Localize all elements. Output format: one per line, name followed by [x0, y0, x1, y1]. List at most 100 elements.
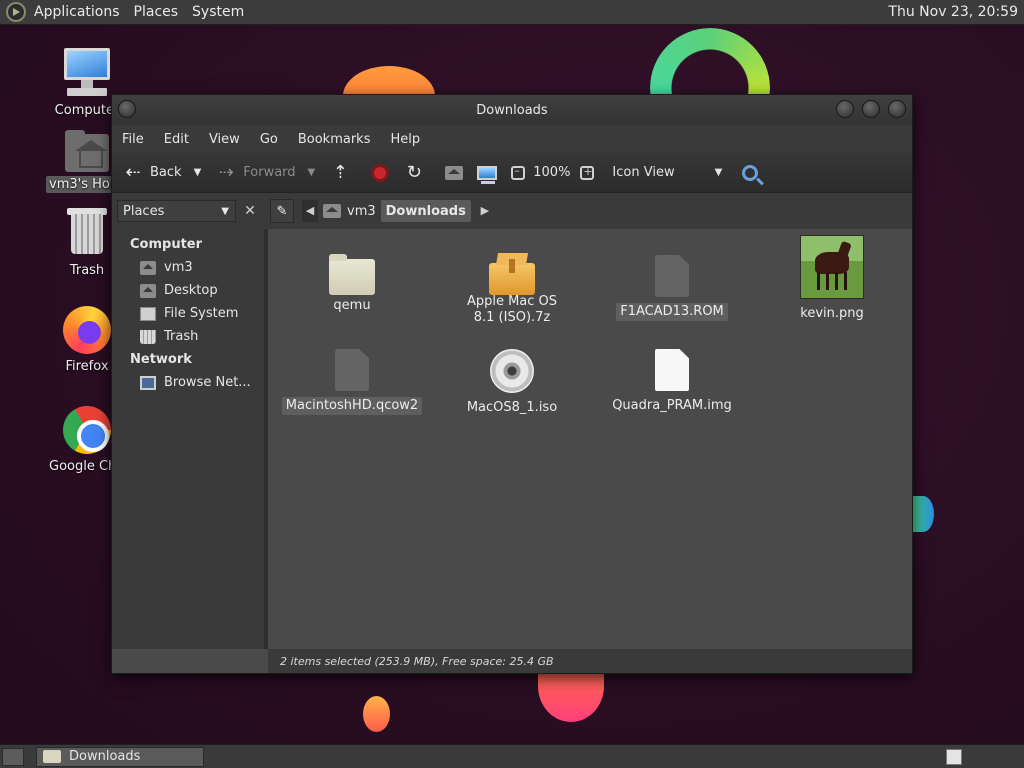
places-menu[interactable]: Places: [134, 4, 179, 20]
window-menu-button[interactable]: [118, 100, 136, 118]
window-content: Computer vm3 Desktop File System Trash N…: [112, 229, 912, 649]
close-button[interactable]: [888, 100, 906, 118]
computer-icon: [61, 46, 113, 98]
up-arrow-icon: ⇡: [332, 161, 348, 183]
generic-file-icon: [655, 255, 689, 297]
chrome-icon: [63, 406, 111, 454]
archive-icon: [489, 259, 535, 295]
file-item-rom[interactable]: F1ACAD13.ROM: [592, 255, 752, 321]
sidebar-item-vm3[interactable]: vm3: [112, 256, 264, 279]
zoom-in-icon[interactable]: [580, 165, 595, 180]
back-button[interactable]: ⇠ Back ▼: [122, 161, 202, 183]
up-button[interactable]: ⇡: [329, 161, 357, 183]
view-mode-label: Icon View: [612, 165, 675, 180]
zoom-out-icon[interactable]: [511, 164, 526, 180]
file-item-archive[interactable]: Apple Mac OS 8.1 (ISO).7z: [432, 255, 592, 327]
panel-clock[interactable]: Thu Nov 23, 20:59: [888, 4, 1024, 20]
menu-go[interactable]: Go: [260, 132, 278, 147]
edit-location-icon[interactable]: ✎: [270, 199, 294, 223]
folder-icon: [329, 254, 375, 295]
chevron-down-icon: ▼: [221, 205, 229, 217]
top-panel: Applications Places System Thu Nov 23, 2…: [0, 0, 1024, 25]
folder-icon: [43, 750, 61, 763]
show-desktop-icon[interactable]: [2, 747, 24, 766]
view-mode-select[interactable]: Icon View ▼: [612, 165, 722, 180]
zoom-level: 100%: [533, 165, 571, 180]
search-button[interactable]: [742, 164, 759, 181]
breadcrumb-vm3[interactable]: vm3: [318, 200, 381, 222]
image-thumbnail-icon: [800, 235, 864, 299]
menu-file[interactable]: File: [122, 132, 144, 147]
forward-arrow-icon: ⇢: [218, 161, 234, 183]
places-sidebar: Computer vm3 Desktop File System Trash N…: [112, 229, 264, 649]
search-icon: [742, 164, 759, 181]
file-name: F1ACAD13.ROM: [616, 303, 728, 321]
system-menu[interactable]: System: [192, 4, 244, 20]
desktop-folder-icon: [140, 283, 156, 298]
file-item-iso[interactable]: MacOS8_1.iso: [432, 349, 592, 417]
forward-button[interactable]: ⇢ Forward ▼: [215, 161, 316, 183]
sidebar-item-trash[interactable]: Trash: [112, 325, 264, 348]
workspace-switcher[interactable]: [946, 748, 962, 765]
sidebar-item-label: File System: [164, 306, 239, 321]
distro-logo-icon[interactable]: [6, 2, 26, 22]
status-bar: 2 items selected (253.9 MB), Free space:…: [268, 649, 912, 673]
location-bar: Places ▼ ✕ ✎ ◀ vm3 Downloads ▶: [112, 193, 912, 229]
sidebar-item-file-system[interactable]: File System: [112, 302, 264, 325]
minimize-button[interactable]: [836, 100, 854, 118]
breadcrumb-right-arrow-icon[interactable]: ▶: [477, 200, 493, 222]
computer-icon: [477, 165, 498, 184]
stop-icon: [371, 163, 390, 182]
forward-history-dropdown-icon[interactable]: ▼: [308, 167, 316, 178]
sidebar-type-select[interactable]: Places ▼: [117, 200, 236, 222]
file-manager-window: Downloads File Edit View Go Bookmarks He…: [111, 94, 913, 674]
generic-file-icon: [335, 349, 369, 391]
sidebar-section-computer: Computer: [130, 237, 203, 252]
file-name: Quadra_PRAM.img: [612, 398, 732, 413]
home-button[interactable]: [445, 165, 464, 180]
home-icon: [323, 204, 341, 218]
trash-icon: [140, 329, 156, 344]
file-name: MacOS8_1.iso: [466, 400, 558, 415]
desktop-icon-label: Firefox: [65, 359, 109, 374]
menu-help[interactable]: Help: [390, 132, 420, 147]
wallpaper-shape: [363, 696, 390, 732]
reload-icon: ↻: [406, 161, 422, 183]
file-item-pram[interactable]: Quadra_PRAM.img: [592, 349, 752, 415]
reload-button[interactable]: ↻: [403, 161, 431, 183]
maximize-button[interactable]: [862, 100, 880, 118]
wallpaper-shape: [912, 496, 934, 532]
breadcrumb-downloads[interactable]: Downloads: [380, 200, 471, 222]
file-item-qcow2[interactable]: MacintoshHD.qcow2: [272, 349, 432, 415]
sidebar-item-browse-network[interactable]: Browse Net...: [112, 371, 264, 394]
taskbar-item-downloads[interactable]: Downloads: [36, 746, 204, 767]
file-name: MacintoshHD.qcow2: [281, 397, 423, 415]
menu-edit[interactable]: Edit: [164, 132, 189, 147]
sidebar-header: Places ▼ ✕: [117, 199, 260, 223]
sidebar-section-network: Network: [130, 352, 192, 367]
computer-button[interactable]: [477, 165, 498, 184]
menubar: File Edit View Go Bookmarks Help: [112, 125, 912, 153]
sidebar-item-label: vm3: [164, 260, 193, 275]
menu-bookmarks[interactable]: Bookmarks: [298, 132, 371, 147]
back-history-dropdown-icon[interactable]: ▼: [194, 167, 202, 178]
applications-menu[interactable]: Applications: [34, 4, 120, 20]
file-item-kevin-png[interactable]: kevin.png: [752, 235, 912, 323]
sidebar-item-desktop[interactable]: Desktop: [112, 279, 264, 302]
back-arrow-icon: ⇠: [125, 161, 141, 183]
stop-button[interactable]: [371, 163, 390, 182]
file-item-qemu[interactable]: qemu: [272, 254, 432, 315]
breadcrumb: ✎ ◀ vm3 Downloads ▶: [270, 198, 493, 224]
toolbar: ⇠ Back ▼ ⇢ Forward ▼ ⇡ ↻ 100% I: [112, 153, 912, 193]
breadcrumb-left-arrow-icon[interactable]: ◀: [302, 200, 318, 222]
firefox-icon: [63, 306, 111, 354]
menu-view[interactable]: View: [209, 132, 240, 147]
file-icon-view[interactable]: qemu Apple Mac OS 8.1 (ISO).7z F1ACAD13.…: [268, 229, 912, 649]
window-titlebar[interactable]: Downloads: [112, 95, 912, 125]
close-sidebar-icon[interactable]: ✕: [240, 203, 260, 219]
forward-label: Forward: [243, 165, 296, 180]
back-label: Back: [150, 165, 182, 180]
file-name: Apple Mac OS 8.1 (ISO).7z: [466, 294, 558, 325]
bottom-panel: Downloads: [0, 744, 1024, 768]
text-file-icon: [655, 349, 689, 391]
